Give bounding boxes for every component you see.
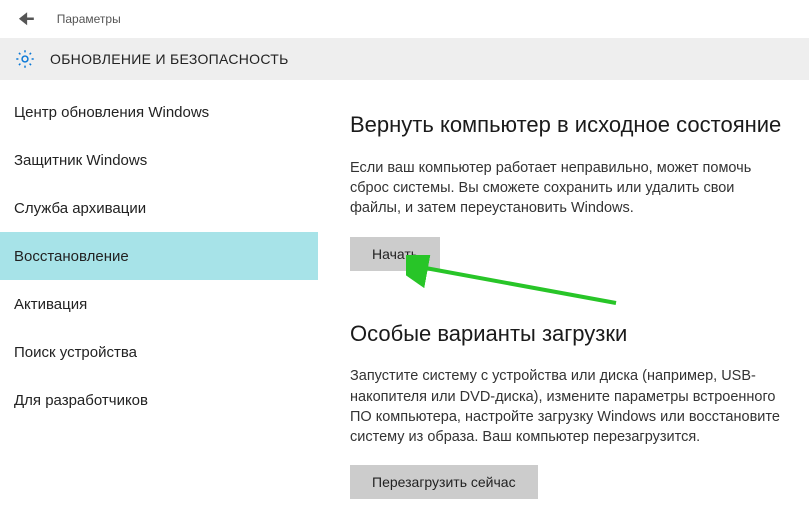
sidebar-item-label: Защитник Windows (14, 152, 147, 169)
advanced-section: Особые варианты загрузки Запустите систе… (350, 319, 795, 500)
advanced-text: Запустите систему с устройства или диска… (350, 366, 780, 447)
sidebar-item-label: Служба архивации (14, 200, 146, 217)
sidebar-item-0[interactable]: Центр обновления Windows (0, 88, 318, 136)
content-area: Центр обновления Windows Защитник Windows… (0, 80, 809, 518)
main-panel: Вернуть компьютер в исходное состояние Е… (318, 80, 809, 518)
sidebar-item-4[interactable]: Активация (0, 280, 318, 328)
sidebar-item-label: Восстановление (14, 248, 129, 265)
sidebar-item-label: Для разработчиков (14, 392, 148, 409)
sidebar-item-1[interactable]: Защитник Windows (0, 136, 318, 184)
sidebar-item-3[interactable]: Восстановление (0, 232, 318, 280)
advanced-restart-button[interactable]: Перезагрузить сейчас (350, 465, 538, 499)
reset-section: Вернуть компьютер в исходное состояние Е… (350, 110, 795, 271)
reset-text: Если ваш компьютер работает неправильно,… (350, 158, 780, 219)
sidebar-item-label: Поиск устройства (14, 344, 137, 361)
category-title: ОБНОВЛЕНИЕ И БЕЗОПАСНОСТЬ (50, 51, 289, 67)
category-header: ОБНОВЛЕНИЕ И БЕЗОПАСНОСТЬ (0, 38, 809, 80)
gear-icon (14, 48, 36, 70)
sidebar-item-6[interactable]: Для разработчиков (0, 376, 318, 424)
reset-start-button[interactable]: Начать (350, 237, 440, 271)
sidebar-item-label: Активация (14, 296, 87, 313)
sidebar-item-label: Центр обновления Windows (14, 104, 209, 121)
back-icon[interactable]: 🠈 (18, 10, 35, 28)
window-title: Параметры (57, 12, 121, 26)
titlebar: 🠈 Параметры (0, 0, 809, 38)
sidebar-item-5[interactable]: Поиск устройства (0, 328, 318, 376)
sidebar-item-2[interactable]: Служба архивации (0, 184, 318, 232)
sidebar: Центр обновления Windows Защитник Windows… (0, 80, 318, 518)
advanced-heading: Особые варианты загрузки (350, 319, 795, 349)
reset-heading: Вернуть компьютер в исходное состояние (350, 110, 795, 140)
